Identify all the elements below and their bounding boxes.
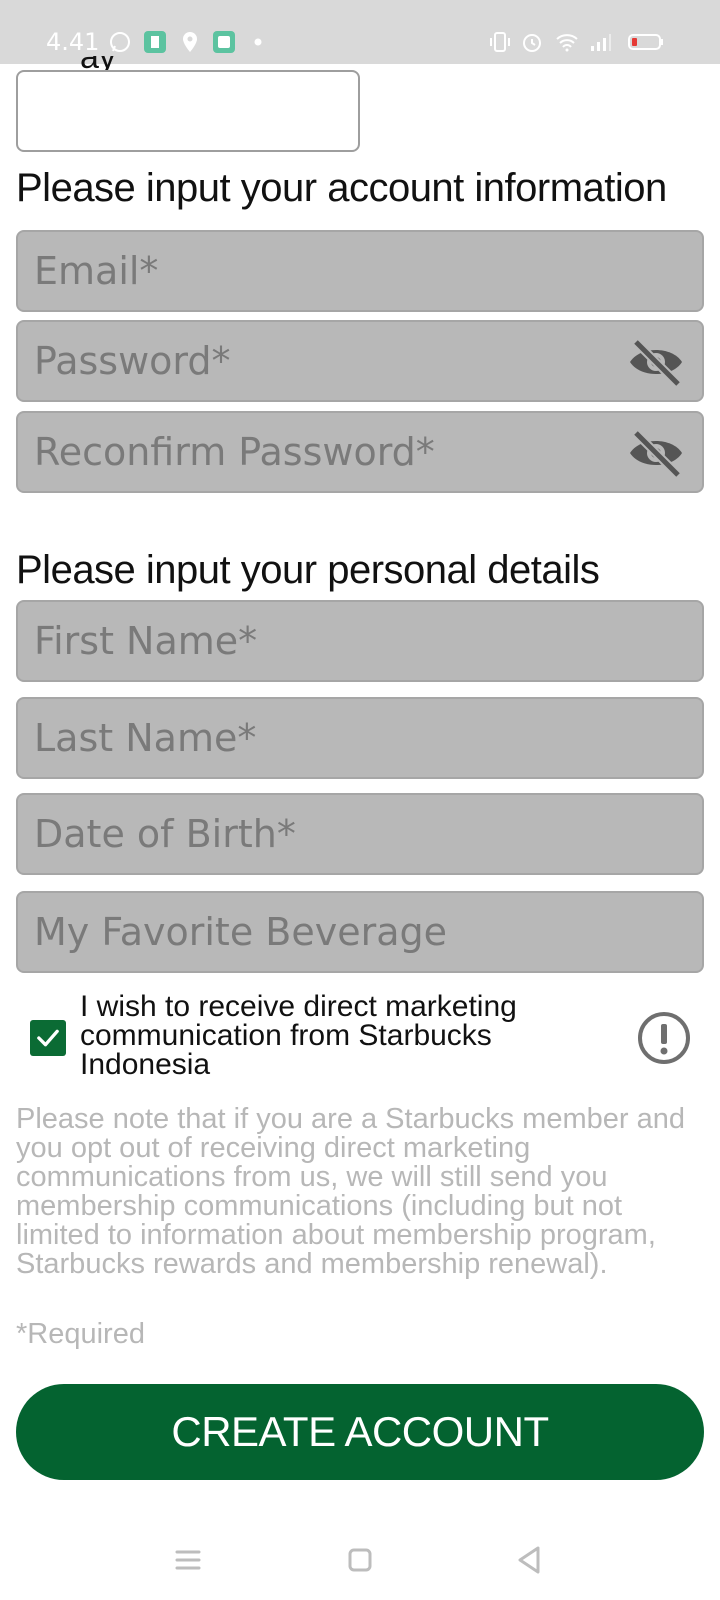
email-field[interactable] [16, 230, 704, 312]
date-of-birth-field[interactable] [16, 793, 704, 875]
marketing-note: Please note that if you are a Starbucks … [16, 1103, 685, 1280]
favorite-beverage-field[interactable] [16, 891, 704, 973]
alarm-icon [520, 30, 544, 54]
create-account-label: CREATE ACCOUNT [171, 1408, 549, 1455]
wifi-icon [555, 30, 579, 54]
location-icon [178, 30, 202, 54]
favorite-beverage-input[interactable] [18, 893, 702, 971]
info-icon[interactable] [636, 1010, 692, 1066]
hide-password-icon[interactable] [626, 336, 686, 388]
reconfirm-password-input[interactable] [18, 413, 702, 491]
back-icon[interactable] [510, 1540, 550, 1580]
marketing-checkbox[interactable] [30, 1020, 66, 1056]
reconfirm-password-field[interactable] [16, 411, 704, 493]
vibrate-icon [488, 30, 512, 54]
last-name-input[interactable] [18, 699, 702, 777]
password-field[interactable] [16, 320, 704, 402]
app-icon-2 [212, 30, 236, 54]
first-name-input[interactable] [18, 602, 702, 680]
previous-input[interactable] [16, 70, 360, 152]
whatsapp-icon [108, 30, 132, 54]
password-input[interactable] [18, 322, 702, 400]
personal-section-title: Please input your personal details [16, 548, 600, 592]
status-time: 4.41 [46, 28, 100, 56]
home-icon[interactable] [340, 1540, 380, 1580]
required-note: *Required [16, 1318, 145, 1350]
app-icon [143, 30, 167, 54]
hide-reconfirm-password-icon[interactable] [626, 427, 686, 479]
dot-icon [246, 30, 270, 54]
status-bar: 4.41 [0, 0, 720, 64]
navigation-bar [0, 1500, 720, 1600]
date-of-birth-input[interactable] [18, 795, 702, 873]
last-name-field[interactable] [16, 697, 704, 779]
create-account-button[interactable]: CREATE ACCOUNT [16, 1384, 704, 1480]
signal-icon [588, 30, 612, 54]
checkmark-icon [37, 1029, 59, 1047]
email-input[interactable] [18, 232, 702, 310]
account-section-title: Please input your account information [16, 166, 667, 210]
marketing-label[interactable]: I wish to receive direct marketing commu… [80, 992, 550, 1080]
battery-icon [628, 30, 664, 54]
menu-icon[interactable] [168, 1540, 208, 1580]
first-name-field[interactable] [16, 600, 704, 682]
